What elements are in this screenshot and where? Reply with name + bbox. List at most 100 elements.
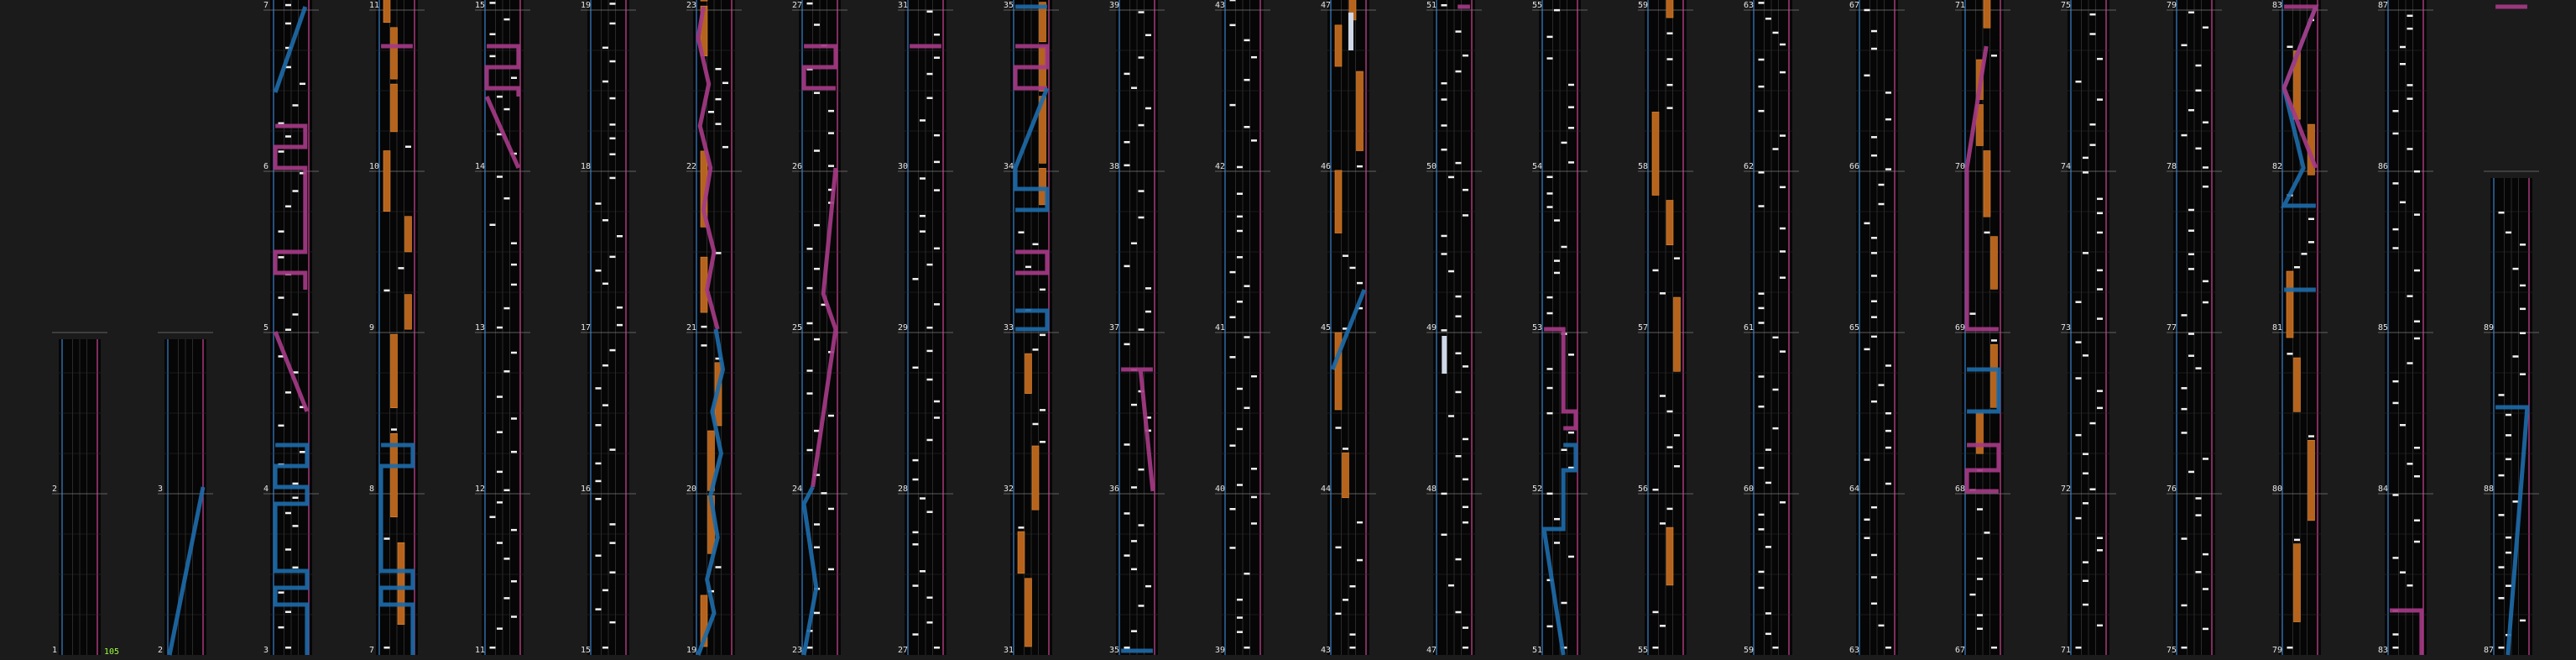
chip-note	[1554, 259, 1560, 262]
measure-number: 88	[2484, 485, 2494, 494]
chip-note	[1237, 301, 1243, 303]
chip-note	[1145, 107, 1151, 110]
chip-note	[497, 175, 503, 178]
chip-note	[912, 366, 919, 369]
chip-note	[1864, 222, 1870, 225]
hold-note	[390, 333, 398, 409]
chip-note	[701, 325, 707, 328]
chip-note	[701, 344, 707, 347]
held-button-note	[1442, 336, 1447, 374]
measure-number: 7	[263, 1, 269, 10]
measure-number: 67	[1849, 1, 1859, 10]
measure-number: 3	[158, 485, 163, 494]
chip-note	[1772, 388, 1779, 391]
chip-note	[926, 438, 933, 442]
chip-note	[2512, 500, 2519, 503]
measure-number: 67	[1955, 646, 1965, 655]
hold-note	[383, 0, 391, 24]
chip-note	[2188, 333, 2194, 335]
measure-number: 78	[2167, 162, 2177, 171]
chip-note	[2287, 647, 2293, 649]
chip-note	[595, 269, 602, 272]
chip-note	[2083, 472, 2088, 474]
measure-number: 6	[263, 162, 269, 171]
chip-note	[1758, 306, 1765, 310]
measure-number: 39	[1215, 646, 1225, 655]
chip-note	[1568, 161, 1574, 164]
chip-note	[1455, 161, 1462, 165]
chip-note	[1991, 647, 1997, 649]
chip-note	[1758, 58, 1765, 61]
chip-note	[934, 56, 940, 59]
hold-note	[1666, 200, 1674, 246]
chip-note	[595, 424, 602, 427]
chip-note	[806, 647, 813, 649]
chip-note	[595, 462, 602, 465]
chip-note	[285, 22, 291, 25]
chip-note	[1237, 165, 1243, 169]
chip-note	[2400, 45, 2406, 49]
chip-note	[2308, 217, 2314, 221]
measure-number: 59	[1744, 646, 1754, 655]
chip-note	[1448, 175, 1454, 179]
chip-note	[2097, 57, 2103, 60]
hold-note	[1356, 71, 1364, 151]
chip-note	[926, 349, 933, 353]
chip-note	[1138, 56, 1145, 59]
chip-note	[2512, 355, 2519, 358]
chip-note	[2075, 341, 2082, 343]
chip-note	[1561, 448, 1567, 452]
measure-number: 23	[792, 646, 802, 655]
chip-note	[2097, 288, 2103, 291]
chip-note	[1871, 154, 1877, 157]
chip-note	[1131, 242, 1137, 244]
chip-note	[1568, 127, 1574, 129]
chip-note	[511, 417, 517, 420]
chip-note	[1864, 74, 1870, 77]
chip-note	[926, 72, 933, 76]
chip-note	[806, 248, 813, 250]
chip-note	[1244, 125, 1250, 128]
measure-number: 9	[369, 323, 374, 333]
chip-note	[1885, 118, 1891, 121]
chip-note	[1229, 270, 1236, 274]
chip-note	[1343, 448, 1348, 450]
chip-note	[609, 137, 616, 139]
chip-note	[1349, 585, 1356, 588]
chip-note	[2083, 156, 2088, 160]
chip-note	[2075, 647, 2082, 649]
measure-number: 85	[2378, 323, 2388, 333]
chip-note	[503, 597, 510, 600]
chip-note	[1463, 626, 1468, 629]
chip-note	[609, 60, 616, 63]
chip-note	[828, 109, 834, 113]
chip-note	[1349, 647, 1356, 649]
chip-note	[2520, 284, 2526, 287]
chip-note	[609, 3, 616, 5]
hold-note	[1025, 578, 1032, 647]
chip-note	[609, 255, 616, 259]
chip-note	[617, 306, 623, 309]
chip-note	[1864, 348, 1870, 351]
chip-note	[1463, 647, 1468, 649]
chip-note	[609, 153, 616, 155]
chip-note	[2506, 231, 2511, 234]
chip-note	[2203, 588, 2208, 590]
chip-note	[2089, 123, 2096, 126]
chip-note	[278, 150, 284, 153]
chip-note	[814, 149, 820, 152]
measure-number: 51	[1426, 1, 1437, 10]
measure-number: 7	[369, 646, 374, 655]
chip-note	[1546, 175, 1553, 179]
chip-note	[1977, 578, 1983, 580]
measure-number: 45	[1321, 323, 1331, 333]
chip-note	[1885, 92, 1891, 94]
chip-note	[715, 97, 722, 101]
chip-note	[722, 81, 728, 85]
chip-note	[497, 326, 503, 329]
chip-note	[1441, 253, 1447, 255]
chip-note	[1660, 522, 1666, 525]
chip-note	[1131, 403, 1137, 406]
chip-note	[1131, 540, 1137, 542]
measure-number: 30	[898, 162, 908, 171]
